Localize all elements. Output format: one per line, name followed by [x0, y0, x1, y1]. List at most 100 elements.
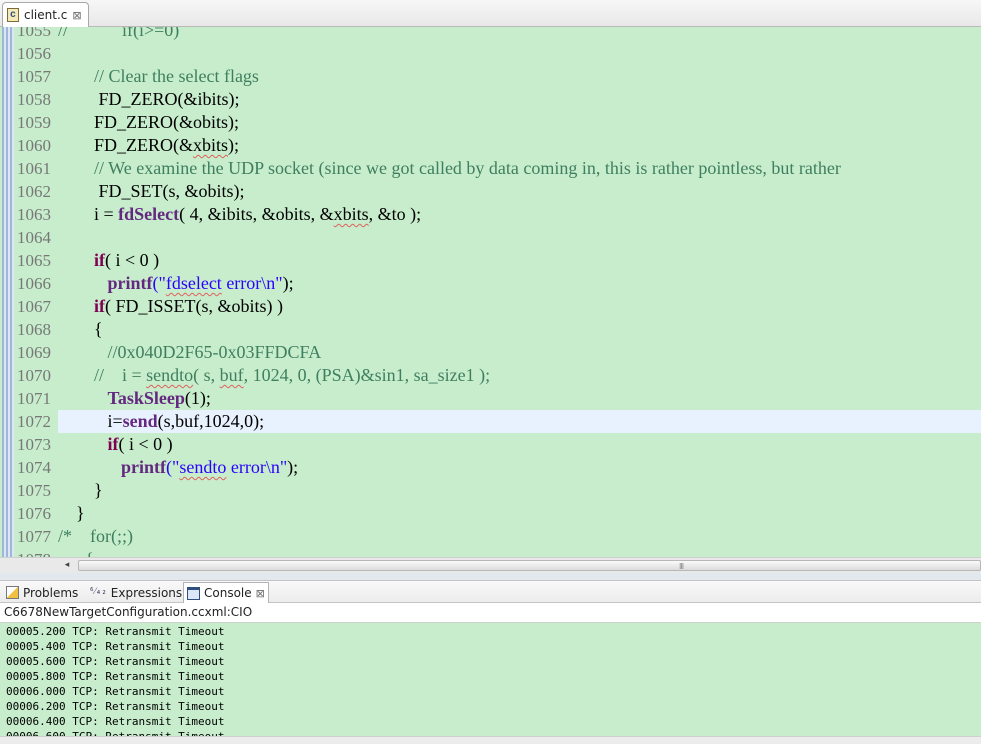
line-number: 1063	[17, 205, 51, 224]
line-number-gutter: 1055 1056 1057 1058 1059 1060 1061 1062 1063 1064…	[14, 27, 58, 557]
code-token: FD_ZERO(&ibits);	[58, 89, 240, 109]
code-token: ("	[166, 457, 180, 477]
annotation-ruler	[2, 27, 14, 557]
code-line[interactable]: printf("fdselect error\n");	[58, 272, 981, 295]
console-line: 00006.200 TCP: Retransmit Timeout	[6, 700, 225, 713]
code-line[interactable]: }	[58, 502, 981, 525]
code-line[interactable]: if( i < 0 )	[58, 433, 981, 456]
current-code-line[interactable]: i=send(s,buf,1024,0);	[58, 410, 981, 433]
code-token: );	[282, 273, 294, 293]
code-line[interactable]: FD_ZERO(&ibits);	[58, 88, 981, 111]
code-token: sendto	[146, 365, 194, 385]
code-line[interactable]: {	[58, 548, 981, 557]
code-token: printf	[121, 457, 166, 477]
code-token: FD_ZERO(&obits);	[58, 112, 240, 132]
tab-problems[interactable]: Problems	[3, 582, 81, 603]
code-token: fdselect	[165, 273, 222, 293]
line-number: 1070	[17, 366, 51, 385]
code-token: , 1024, 0, (PSA)&sin1, sa_size1 );	[243, 365, 491, 385]
code-line[interactable]: if( FD_ISSET(s, &obits) )	[58, 295, 981, 318]
code-token: xbits	[333, 204, 369, 224]
code-token: // We examine the UDP socket (since we g…	[94, 158, 841, 178]
line-number: 1076	[17, 504, 51, 523]
code-line[interactable]: {	[58, 318, 981, 341]
console-output[interactable]: 00005.200 TCP: Retransmit Timeout 00005.4…	[0, 623, 981, 736]
code-line[interactable]: // Clear the select flags	[58, 65, 981, 88]
code-token: FD_SET(s, &obits);	[58, 181, 245, 201]
scroll-left-arrow-icon[interactable]: ◂	[60, 558, 74, 573]
editor-horizontal-scrollbar[interactable]: ◂ III	[0, 557, 981, 573]
code-token: );	[287, 457, 299, 477]
code-token: , &to );	[368, 204, 422, 224]
line-number: 1075	[17, 481, 51, 500]
line-number: 1055	[17, 27, 51, 40]
code-line[interactable]: //0x040D2F65-0x03FFDCFA	[58, 341, 981, 364]
line-number: 1066	[17, 274, 51, 293]
code-line[interactable]: /* for(;;)	[58, 525, 981, 548]
code-line[interactable]: }	[58, 479, 981, 502]
code-line[interactable]: // i = sendto( s, buf, 1024, 0, (PSA)&si…	[58, 364, 981, 387]
code-token: buf	[219, 365, 244, 385]
code-line[interactable]	[58, 42, 981, 65]
expressions-icon: ⁶⁄₄₂	[89, 587, 107, 597]
code-line[interactable]: // if(i>=0)	[58, 27, 981, 42]
line-number: 1078	[17, 548, 57, 557]
close-icon[interactable]: ⊠	[256, 587, 265, 600]
scrollbar-thumb[interactable]: III	[78, 560, 981, 571]
code-line[interactable]: // We examine the UDP socket (since we g…	[58, 157, 981, 180]
tab-console[interactable]: Console ⊠	[183, 582, 269, 603]
code-token: }	[58, 480, 103, 500]
code-token: /* for(;;)	[58, 526, 133, 546]
code-token: ( 4, &ibits, &obits, &	[179, 204, 334, 224]
code-token: if	[94, 296, 105, 316]
console-line: 00005.200 TCP: Retransmit Timeout	[6, 625, 225, 638]
scrollbar-grip-icon: III	[679, 562, 684, 571]
console-line: 00006.400 TCP: Retransmit Timeout	[6, 715, 225, 728]
code-token: i =	[58, 204, 119, 224]
code-line[interactable]: FD_SET(s, &obits);	[58, 180, 981, 203]
console-scrollbar-area[interactable]	[0, 736, 981, 744]
code-token: );	[228, 135, 240, 155]
line-number: 1072	[17, 412, 51, 431]
code-token: (1);	[184, 388, 211, 408]
code-line[interactable]: printf("sendto error\n");	[58, 456, 981, 479]
line-number: 1061	[17, 159, 51, 178]
line-number: 1077	[17, 527, 51, 546]
code-line[interactable]	[58, 226, 981, 249]
line-number: 1059	[17, 113, 51, 132]
close-icon[interactable]: ⊠	[72, 9, 81, 22]
code-token: ( i < 0 )	[105, 250, 160, 270]
code-line[interactable]: FD_ZERO(&xbits);	[58, 134, 981, 157]
bottom-panel-tabs: Problems ⁶⁄₄₂ Expressions Console ⊠	[0, 580, 981, 603]
c-file-icon: c	[7, 8, 19, 22]
code-line[interactable]: if( i < 0 )	[58, 249, 981, 272]
editor-tab-strip: c client.c ⊠	[0, 0, 981, 27]
code-token: error\n"	[221, 273, 283, 293]
console-source-label: C6678NewTargetConfiguration.ccxml:CIO	[0, 603, 981, 623]
editor-tab-client-c[interactable]: c client.c ⊠	[2, 2, 89, 27]
code-line[interactable]: i = fdSelect( 4, &ibits, &obits, &xbits,…	[58, 203, 981, 226]
code-editor[interactable]: 1055 1056 1057 1058 1059 1060 1061 1062 1063 1064…	[0, 27, 981, 557]
code-token: TaskSleep	[107, 388, 185, 408]
console-line: 00005.600 TCP: Retransmit Timeout	[6, 655, 225, 668]
tab-problems-label: Problems	[23, 585, 79, 600]
console-line: 00006.000 TCP: Retransmit Timeout	[6, 685, 225, 698]
view-divider[interactable]	[0, 573, 981, 580]
console-line: 00006.600 TCP: Retransmit Timeout	[6, 729, 225, 736]
code-token: // i =	[94, 365, 147, 385]
code-area[interactable]: // if(i>=0) // Clear the select flags FD…	[58, 27, 981, 557]
line-number: 1060	[17, 136, 51, 155]
line-number: 1067	[17, 297, 51, 316]
code-line[interactable]: TaskSleep(1);	[58, 387, 981, 410]
line-number: 1058	[17, 90, 51, 109]
tab-expressions[interactable]: ⁶⁄₄₂ Expressions	[86, 582, 185, 603]
code-token: //0x040D2F65-0x03FFDCFA	[107, 342, 322, 362]
tab-expressions-label: Expressions	[110, 585, 183, 600]
code-line[interactable]: FD_ZERO(&obits);	[58, 111, 981, 134]
